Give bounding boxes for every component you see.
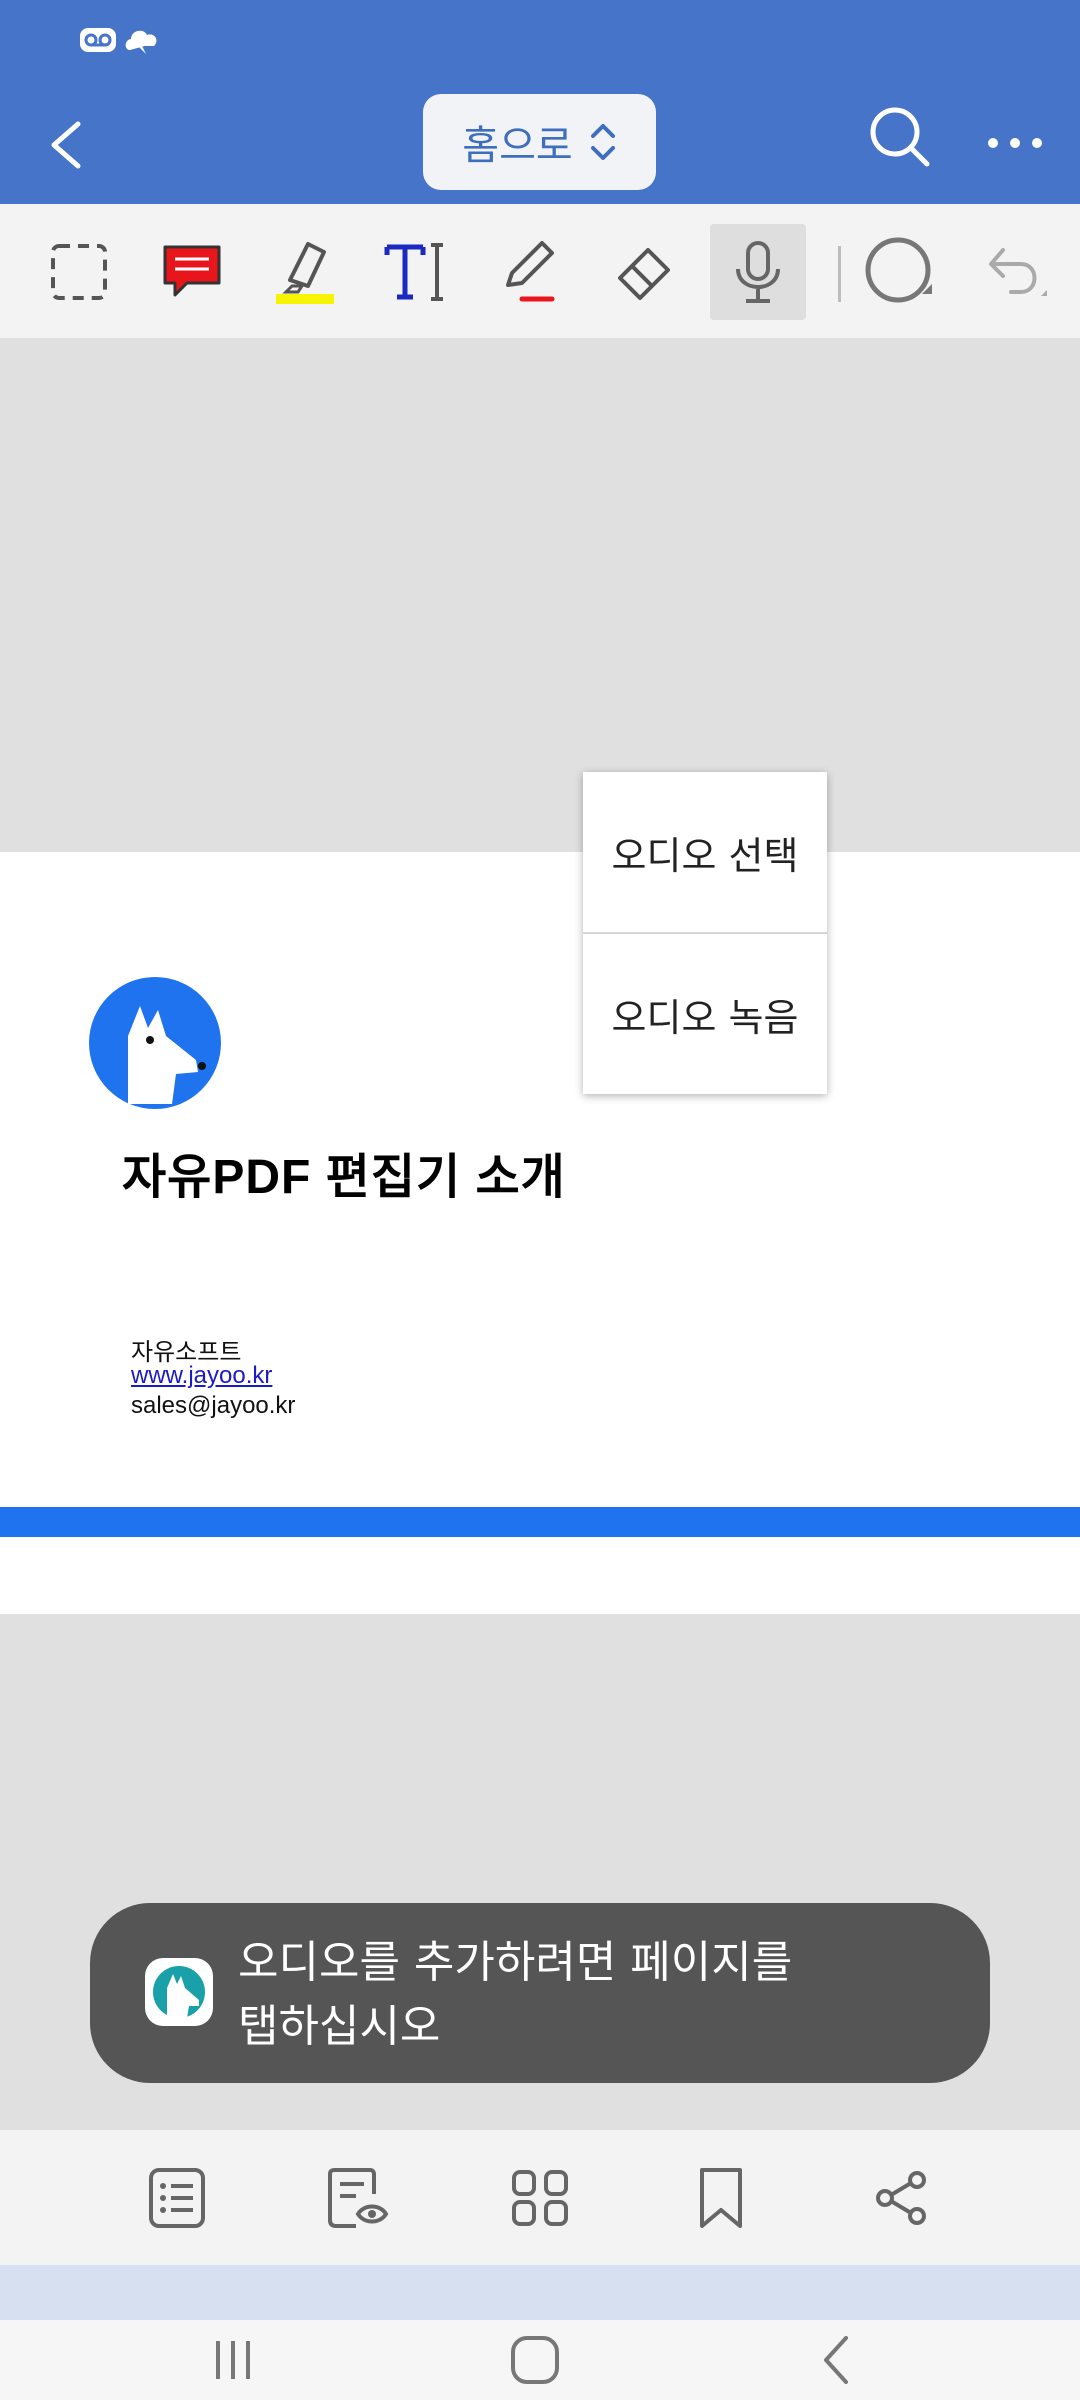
sticky-note-icon	[163, 245, 221, 297]
toast-text: 오디오를 추가하려면 페이지를 탭하십시오	[238, 1931, 958, 2059]
tool-audio[interactable]	[710, 224, 806, 320]
tool-pencil[interactable]	[481, 224, 577, 320]
tool-shape-style[interactable]	[852, 224, 948, 320]
document-email: sales@jayoo.kr	[131, 1392, 296, 1419]
selection-box-icon	[51, 244, 107, 300]
voicemail-icon	[80, 28, 116, 52]
cloud-sync-icon	[125, 30, 157, 54]
outline-list-icon	[149, 2168, 205, 2228]
jayoo-dog-logo-icon	[89, 977, 221, 1109]
more-options-button[interactable]	[985, 118, 1045, 168]
audio-popup-menu: 오디오 선택 오디오 녹음	[583, 772, 827, 1094]
search-button[interactable]	[865, 102, 935, 172]
toast-line-2: 탭하십시오	[238, 2001, 441, 2052]
jayoo-app-icon	[153, 1966, 205, 2018]
bookmark-icon	[700, 2168, 742, 2228]
toast-line-1: 오디오를 추가하려면 페이지를	[238, 1937, 793, 1988]
go-home-dropdown[interactable]: 홈으로	[423, 94, 656, 190]
toolbar-divider	[838, 246, 841, 302]
app-icon	[145, 1958, 213, 2026]
bookmark-button[interactable]	[686, 2160, 756, 2236]
text-tool-icon	[384, 243, 443, 301]
thumbnails-button[interactable]	[505, 2160, 575, 2236]
tool-highlighter[interactable]	[257, 224, 353, 320]
system-back-button[interactable]	[802, 2320, 872, 2400]
recents-icon	[216, 2341, 250, 2379]
back-button[interactable]	[40, 110, 100, 180]
back-icon	[824, 2336, 848, 2384]
recents-button[interactable]	[198, 2320, 268, 2400]
tool-selection[interactable]	[31, 224, 127, 320]
eraser-icon	[618, 248, 670, 300]
undo-icon	[989, 248, 1047, 296]
system-nav-bar	[0, 2320, 1080, 2400]
thumbnails-grid-icon	[512, 2170, 568, 2226]
share-button[interactable]	[866, 2160, 936, 2236]
toast-message: 오디오를 추가하려면 페이지를 탭하십시오	[90, 1903, 990, 2083]
review-icon	[328, 2168, 389, 2228]
tool-text[interactable]	[368, 224, 464, 320]
title-pill-label: 홈으로	[462, 123, 573, 169]
home-button[interactable]	[500, 2320, 570, 2400]
shape-circle-icon	[865, 237, 932, 303]
microphone-icon	[736, 241, 780, 303]
document-title: 자유PDF 편집기 소개	[122, 1151, 566, 1204]
search-icon	[870, 107, 930, 167]
menu-item-record-audio[interactable]: 오디오 녹음	[583, 934, 827, 1094]
up-down-chevron-icon	[590, 124, 615, 160]
review-button[interactable]	[323, 2160, 393, 2236]
document-website-link[interactable]: www.jayoo.kr	[131, 1362, 272, 1390]
share-icon	[876, 2171, 926, 2225]
chevron-left-icon	[51, 121, 81, 169]
tool-eraser[interactable]	[596, 224, 692, 320]
bottom-accent-strip	[0, 2265, 1080, 2320]
tool-undo[interactable]	[968, 224, 1064, 320]
pdf-page[interactable]: 자유PDF 편집기 소개 자유소프트 www.jayoo.kr sales@ja…	[0, 852, 1080, 1614]
page-footer-bar	[0, 1507, 1080, 1537]
annotation-toolbar	[0, 204, 1080, 338]
highlighter-icon	[276, 242, 334, 304]
more-horizontal-icon	[988, 138, 1042, 148]
menu-item-select-audio[interactable]: 오디오 선택	[583, 772, 827, 932]
top-app-bar: 홈으로	[0, 0, 1080, 204]
outline-button[interactable]	[142, 2160, 212, 2236]
tool-note[interactable]	[144, 224, 240, 320]
pencil-icon	[506, 241, 555, 302]
bottom-action-bar	[0, 2130, 1080, 2265]
home-icon	[511, 2336, 559, 2384]
